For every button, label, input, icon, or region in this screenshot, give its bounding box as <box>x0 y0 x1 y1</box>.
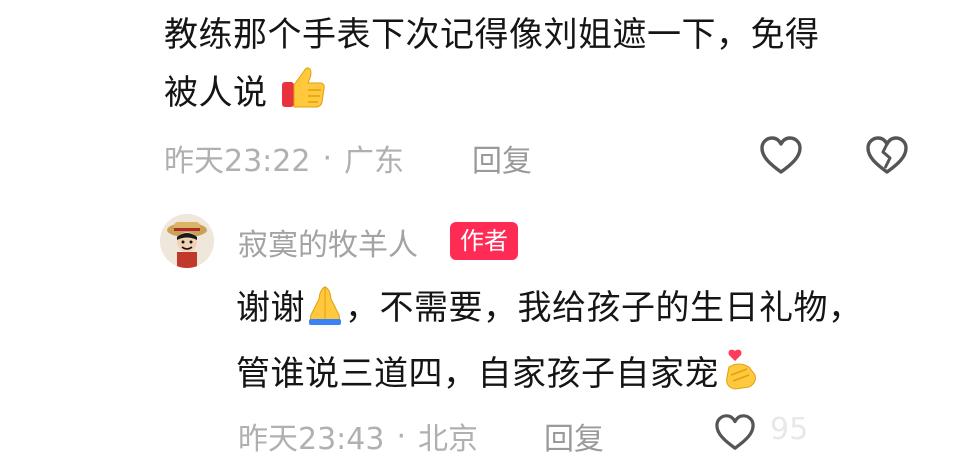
comment-text-line: 被人说 <box>164 64 924 128</box>
username[interactable]: 寂寞的牧羊人 <box>238 220 418 264</box>
comment-text: 教练那个手表下次记得像刘姐遮一下，免得 被人说 <box>164 6 924 128</box>
comment-time: 昨天23:22 <box>164 144 311 179</box>
comment-time: 昨天23:43 <box>238 422 385 457</box>
comment-location: 北京 <box>418 422 479 457</box>
heart-icon[interactable] <box>712 412 758 456</box>
meta-separator: · <box>396 418 407 454</box>
praying-hands-icon <box>305 283 345 344</box>
comment-meta: 昨天23:43 · 北京 <box>238 414 478 458</box>
avatar[interactable] <box>160 214 214 268</box>
reply-button[interactable]: 回复 <box>472 136 532 180</box>
comment-location: 广东 <box>344 144 405 179</box>
comment-text-line: 谢谢 ，不需要，我给孩子的生日礼物， <box>236 278 936 344</box>
meta-separator: · <box>322 140 333 176</box>
heart-icon[interactable] <box>758 134 804 180</box>
comment-meta: 昨天23:22 · 广东 <box>164 136 404 180</box>
comment-text-fragment: 管谁说三道四，自家孩子自家宠 <box>236 354 719 394</box>
comment-text-fragment: 谢谢 <box>236 288 305 328</box>
like-count: 95 <box>770 412 809 447</box>
reply-button[interactable]: 回复 <box>544 414 604 458</box>
author-badge: 作者 <box>450 222 518 260</box>
finger-heart-icon <box>719 345 761 410</box>
comment-text-fragment: ，不需要，我给孩子的生日礼物， <box>345 288 863 328</box>
comment-text: 谢谢 ，不需要，我给孩子的生日礼物， 管谁说三道四，自家孩子自家宠 <box>236 278 936 410</box>
comment-item: 教练那个手表下次记得像刘姐遮一下，免得 被人说 昨天23:22 · 广东 回复 <box>0 0 960 200</box>
comment-text-line: 教练那个手表下次记得像刘姐遮一下，免得 <box>164 15 820 55</box>
broken-heart-icon[interactable] <box>864 134 910 180</box>
thumbs-up-icon <box>279 64 327 128</box>
comment-text-fragment: 被人说 <box>164 73 268 113</box>
comment-item: 寂寞的牧羊人 作者 谢谢 ，不需要，我给孩子的生日礼物， 管谁说三道四，自家孩子… <box>0 200 960 457</box>
comment-text-line: 管谁说三道四，自家孩子自家宠 <box>236 344 936 410</box>
